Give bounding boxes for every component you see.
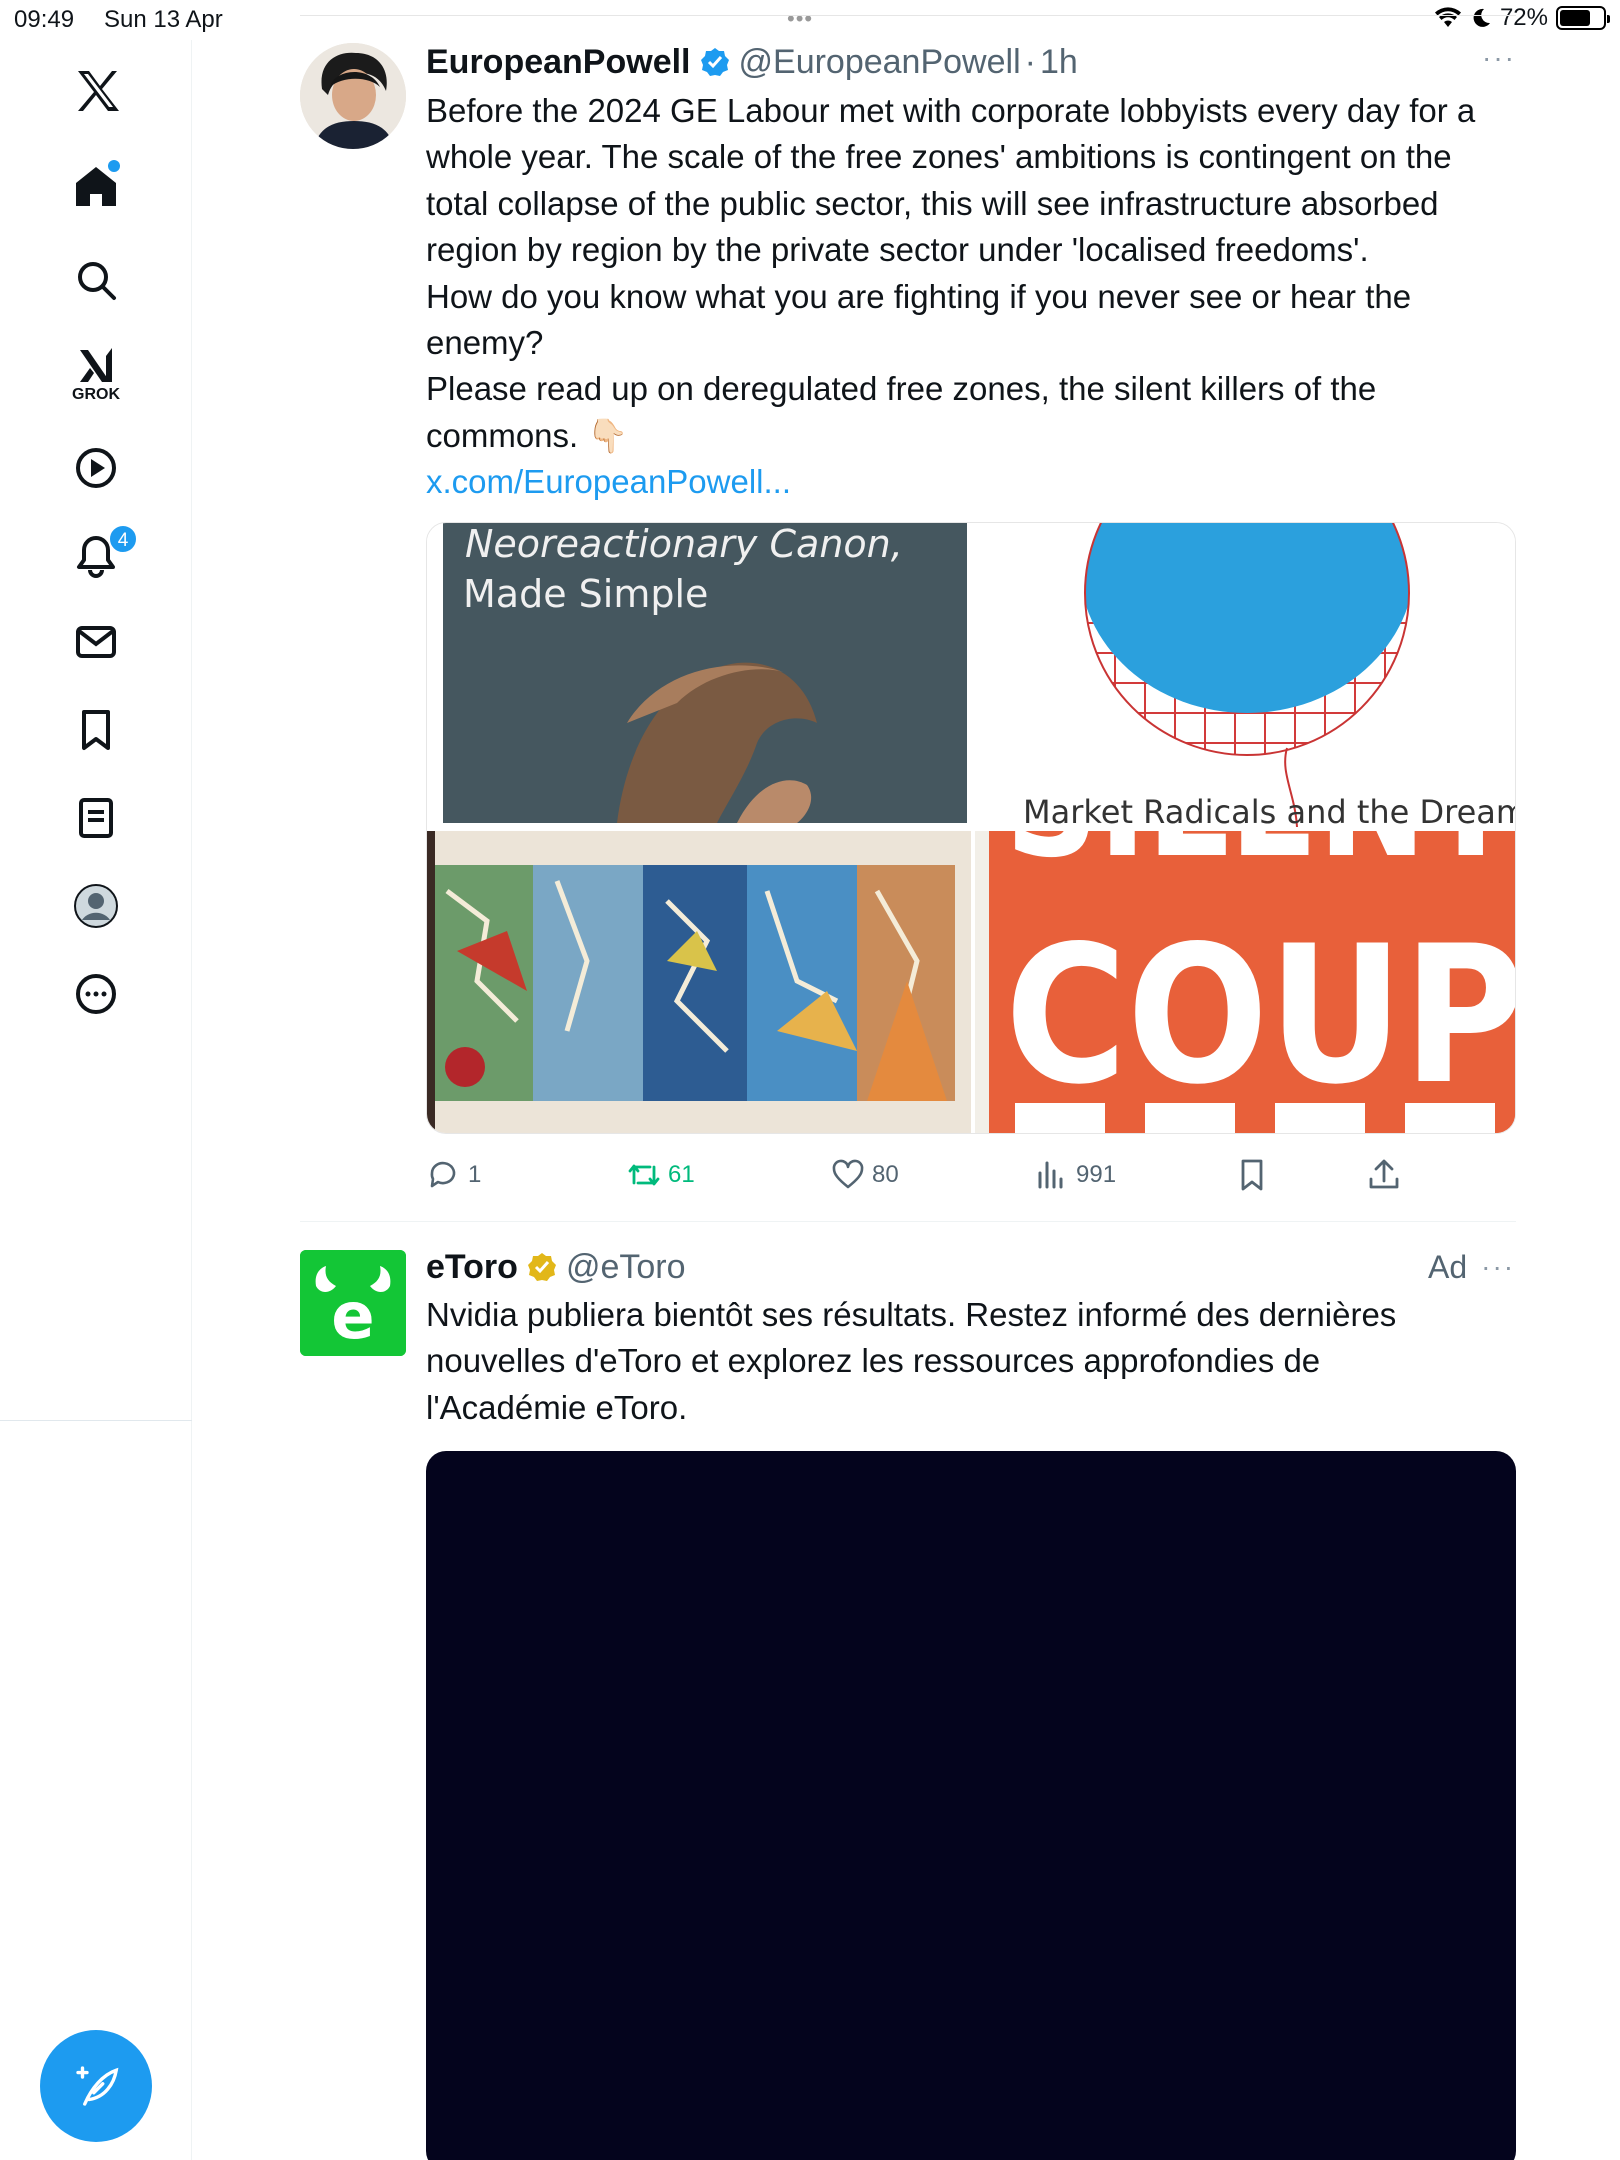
x-logo-icon[interactable] (56, 50, 136, 130)
play-icon (76, 448, 116, 488)
etoro-logo-icon: e (300, 1250, 406, 1356)
like-button[interactable]: 80 (830, 1150, 899, 1200)
sidebar-item-home[interactable] (56, 146, 136, 226)
sidebar: GROK 4 (0, 40, 192, 2160)
views-button[interactable]: 991 (1034, 1150, 1116, 1200)
profile-avatar-icon (74, 884, 118, 928)
tweet-actions: 1 61 80 991 (426, 1150, 1516, 1200)
sidebar-item-profile[interactable] (56, 866, 136, 946)
views-chart-icon (1038, 1161, 1063, 1189)
ad-text: Nvidia publiera bientôt ses résultats. R… (426, 1292, 1536, 1431)
author-name[interactable]: EuropeanPowell (426, 43, 691, 82)
tweet-text-line: Please read up on deregulated free zones… (426, 370, 1377, 408)
media-image-2[interactable]: Market Radicals and the Dream of (975, 523, 1516, 827)
ad-avatar[interactable]: e (300, 1250, 406, 1356)
tweet-time[interactable]: 1h (1040, 43, 1078, 82)
image-text-silent: SILENT (1005, 831, 1515, 891)
tweet-text-line: enemy? (426, 324, 544, 362)
ad-text-line: nouvelles d'eToro et explorez les ressou… (426, 1342, 1321, 1380)
bookmark-button[interactable] (1234, 1150, 1270, 1200)
view-count: 991 (1076, 1161, 1117, 1188)
gold-verified-badge-icon (527, 1253, 556, 1281)
tweet-text-line: Before the 2024 GE Labour met with corpo… (426, 92, 1476, 129)
x-icon (78, 71, 119, 111)
reply-count: 1 (468, 1161, 482, 1188)
status-time: 09:49 (14, 6, 75, 33)
retweet-count: 61 (668, 1161, 695, 1188)
image-text-coup: COUP (1005, 905, 1516, 1126)
tweet-text: Before the 2024 GE Labour met with corpo… (426, 88, 1536, 506)
battery-percent: 72% (1499, 4, 1548, 31)
ad-author-handle[interactable]: @eToro (566, 1248, 686, 1287)
list-icon (79, 798, 113, 838)
sidebar-item-lists[interactable] (56, 778, 136, 858)
mail-icon (76, 626, 116, 658)
image-caption: Market Radicals and the Dream of (1023, 793, 1516, 827)
status-right: 72% (1434, 4, 1610, 32)
compose-post-button[interactable] (40, 2030, 152, 2142)
tweet-link[interactable]: x.com/EuropeanPowell... (426, 459, 1536, 505)
status-bar: 09:49 Sun 13 Apr ••• 72% (0, 0, 1620, 40)
image-title-line1: Neoreactionary Canon, (465, 523, 903, 566)
reply-icon (430, 1161, 456, 1188)
etoro-logo-letter: e (331, 1280, 374, 1354)
sidebar-item-notifications[interactable]: 4 (56, 516, 138, 596)
verified-badge-icon (700, 48, 729, 76)
notification-badge: 4 (108, 524, 138, 554)
sidebar-divider (0, 1420, 192, 1421)
tweet-text-line: total collapse of the public sector, thi… (426, 184, 1439, 222)
ad-more-button[interactable]: ··· (1481, 1251, 1515, 1283)
tweet-divider (300, 1221, 1516, 1222)
tweet-text-line: whole year. The scale of the free zones'… (426, 138, 1452, 176)
reply-button[interactable]: 1 (426, 1150, 481, 1200)
tweet-more-button[interactable]: ··· (1482, 42, 1516, 74)
author-photo (300, 43, 406, 149)
status-date: Sun 13 Apr (104, 6, 223, 33)
multitask-dots[interactable]: ••• (787, 6, 813, 32)
media-image-4[interactable]: SILENT COUP (975, 831, 1516, 1133)
share-icon (1369, 1159, 1399, 1189)
sidebar-item-bookmarks[interactable] (56, 690, 136, 770)
home-unread-dot (108, 160, 120, 172)
ad-label: Ad (1428, 1248, 1468, 1285)
tweet-header: EuropeanPowell @EuropeanPowell · 1h (426, 40, 1078, 84)
image-title-line2: Made Simple (463, 572, 708, 616)
battery-icon (1556, 6, 1610, 30)
search-icon (78, 262, 116, 300)
sidebar-item-video[interactable] (56, 428, 136, 508)
grok-icon (80, 348, 112, 382)
tweet-text-line: commons. 👇🏻 (426, 416, 629, 454)
media-image-3[interactable] (427, 831, 971, 1133)
share-button[interactable] (1366, 1150, 1402, 1200)
more-circle-icon (76, 974, 116, 1014)
ad-text-line: Nvidia publiera bientôt ses résultats. R… (426, 1296, 1397, 1333)
like-count: 80 (872, 1161, 899, 1188)
ad-text-line: l'Académie eToro. (426, 1388, 688, 1426)
moon-icon (1473, 8, 1490, 27)
author-handle[interactable]: @EuropeanPowell (739, 43, 1021, 82)
ad-header: eToro @eToro (426, 1245, 686, 1289)
sidebar-item-messages[interactable] (56, 602, 136, 682)
tweet-avatar[interactable] (300, 43, 406, 149)
tweet-text-line: region by region by the private sector u… (426, 231, 1369, 269)
ad-header-right: Ad ··· (1428, 1245, 1515, 1289)
retweet-icon (628, 1164, 660, 1186)
ad-video[interactable] (426, 1451, 1516, 2160)
tweet-media-grid: Neoreactionary Canon, Made Simple Market… (426, 522, 1516, 1134)
bookmark-icon (82, 710, 110, 750)
ad-author-name[interactable]: eToro (426, 1248, 518, 1287)
grok-label: GROK (72, 386, 120, 403)
media-image-1[interactable]: Neoreactionary Canon, Made Simple (427, 523, 971, 827)
sidebar-item-grok[interactable]: GROK (56, 326, 136, 406)
sidebar-item-search[interactable] (56, 240, 136, 320)
wifi-icon (1434, 7, 1461, 27)
bookmark-outline-icon (1241, 1159, 1263, 1191)
tweet-text-line: How do you know what you are fighting if… (426, 277, 1412, 315)
heart-icon (832, 1159, 864, 1189)
sidebar-item-more[interactable] (56, 954, 136, 1034)
compose-feather-icon (76, 2066, 119, 2106)
retweet-button[interactable]: 61 (626, 1150, 695, 1200)
header-separator: · (1024, 42, 1036, 81)
top-divider (300, 15, 1516, 16)
